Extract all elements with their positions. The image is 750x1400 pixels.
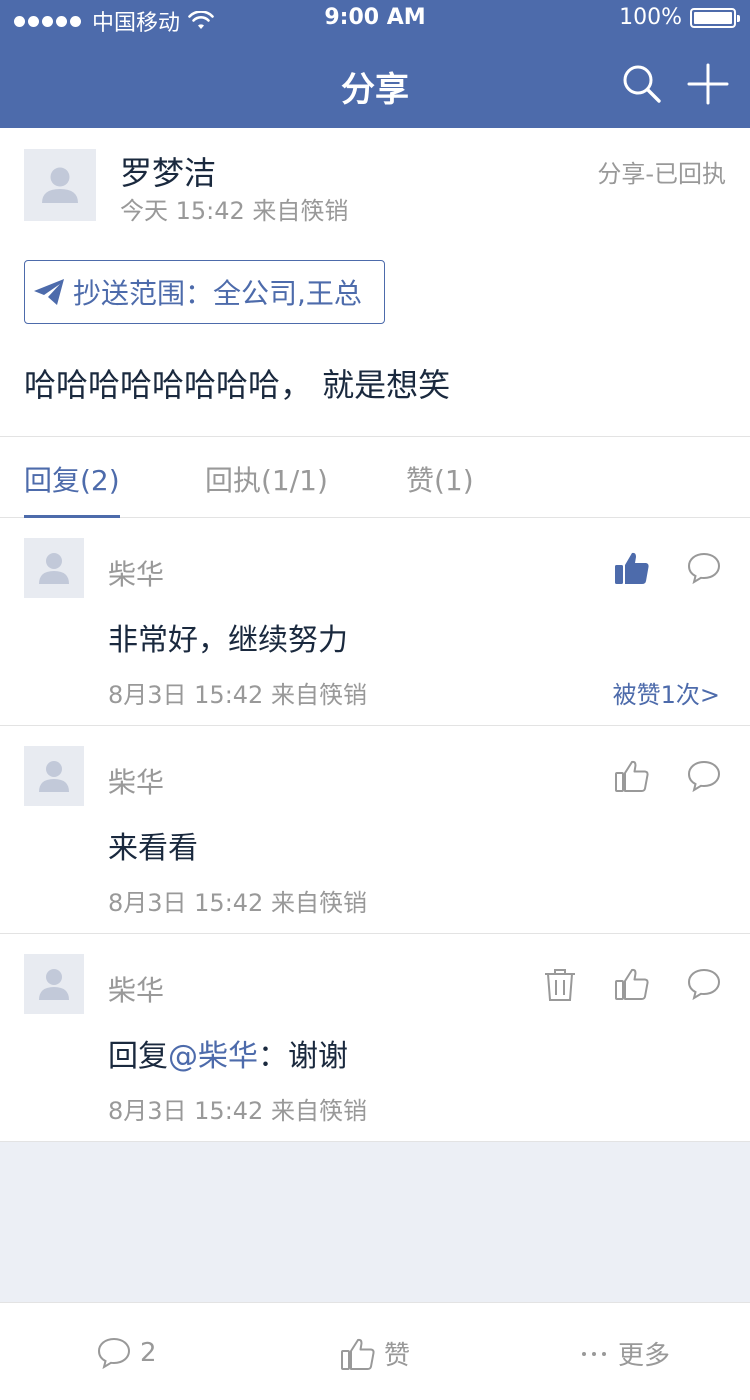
user-icon (39, 969, 69, 1000)
tab-likes[interactable]: 赞(1) (406, 459, 474, 499)
reply-prefix: 回复 (108, 1039, 168, 1074)
thumbs-up-icon[interactable] (614, 758, 650, 794)
post-body: 哈哈哈哈哈哈哈哈， 就是想笑 (24, 366, 451, 404)
comment-item: 柴华 来看看 8月3日 15:42 来自筷销 (0, 726, 750, 934)
comment-item: 柴华 回复@柴华：谢谢 8月3日 15:42 来自筷销 (0, 934, 750, 1142)
mention-link[interactable]: @柴华 (168, 1039, 258, 1074)
thumbs-up-filled-icon[interactable] (614, 550, 650, 586)
commenter-name[interactable]: 柴华 (108, 553, 164, 593)
battery-icon (690, 7, 740, 28)
comment-icon[interactable] (686, 550, 722, 586)
tab-receipts[interactable]: 回执(1/1) (205, 459, 328, 499)
comment-button[interactable]: 2 (96, 1335, 157, 1371)
add-icon[interactable] (686, 62, 730, 106)
commenter-avatar[interactable] (24, 746, 84, 806)
post-status: 分享-已回执 (597, 160, 726, 188)
reply-suffix: ：谢谢 (258, 1039, 348, 1074)
more-button[interactable]: 更多 (580, 1335, 670, 1372)
author-avatar[interactable] (24, 149, 96, 221)
author-name[interactable]: 罗梦洁 (120, 148, 216, 194)
comment-text: 回复@柴华：谢谢 (108, 1031, 348, 1075)
commenter-avatar[interactable] (24, 538, 84, 598)
trash-icon[interactable] (542, 966, 578, 1002)
user-icon (39, 761, 69, 792)
more-icon (582, 1351, 606, 1356)
like-button[interactable]: 赞 (340, 1335, 410, 1372)
commenter-avatar[interactable] (24, 954, 84, 1014)
nav-bar: 分享 (0, 40, 750, 128)
thumbs-up-icon[interactable] (614, 966, 650, 1002)
comment-meta: 8月3日 15:42 来自筷销 (108, 681, 367, 709)
comment-text: 来看看 (108, 831, 198, 866)
search-icon[interactable] (620, 62, 664, 106)
user-icon (39, 553, 69, 584)
post-meta: 今天 15:42 来自筷销 (120, 197, 349, 225)
comment-text: 非常好，继续努力 (108, 623, 348, 658)
status-bar: 中国移动 9:00 AM 100% (0, 0, 750, 40)
battery-percent: 100% (619, 5, 682, 30)
share-post: 罗梦洁 今天 15:42 来自筷销 分享-已回执 抄送范围：全公司,王总 哈哈哈… (0, 128, 750, 436)
comment-meta: 8月3日 15:42 来自筷销 (108, 1097, 367, 1125)
tab-replies[interactable]: 回复(2) (24, 459, 120, 499)
comment-icon[interactable] (686, 966, 722, 1002)
bottom-action-bar: 2 赞 更多 (0, 1302, 750, 1400)
cc-scope-label: 抄送范围：全公司,王总 (73, 277, 362, 310)
detail-tabs: 回复(2) 回执(1/1) 赞(1) (0, 436, 750, 518)
send-icon (34, 279, 64, 305)
cc-scope[interactable]: 抄送范围：全公司,王总 (24, 260, 385, 324)
comment-count: 2 (140, 1338, 157, 1368)
comment-item: 柴华 非常好，继续努力 8月3日 15:42 来自筷销 被赞1次> (0, 518, 750, 726)
user-icon (42, 167, 78, 203)
commenter-name[interactable]: 柴华 (108, 761, 164, 801)
comment-meta: 8月3日 15:42 来自筷销 (108, 889, 367, 917)
comment-icon (97, 1337, 131, 1370)
battery-info: 100% (619, 5, 740, 30)
like-label: 赞 (384, 1341, 411, 1371)
commenter-name[interactable]: 柴华 (108, 969, 164, 1009)
thumbs-up-icon (341, 1338, 375, 1370)
comment-icon[interactable] (686, 758, 722, 794)
like-count-link[interactable]: 被赞1次> (613, 675, 720, 710)
more-label: 更多 (618, 1341, 671, 1371)
